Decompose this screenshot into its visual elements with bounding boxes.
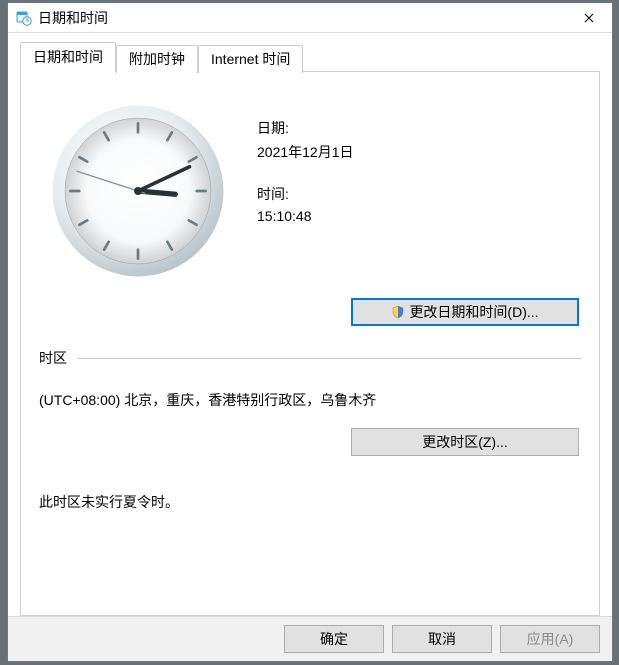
date-value: 2021年12月1日 [257,142,581,162]
change-timezone-label: 更改时区(Z)... [422,432,508,452]
tab-additional-clocks[interactable]: 附加时钟 [116,45,198,73]
dialog-body: 日期和时间 附加时钟 Internet 时间 [8,33,612,616]
close-button[interactable] [566,3,612,33]
apply-label: 应用(A) [527,629,574,649]
divider [77,358,581,359]
change-timezone-row: 更改时区(Z)... [39,428,581,456]
cancel-button[interactable]: 取消 [392,625,492,653]
date-time-window: 日期和时间 日期和时间 附加时钟 Internet 时间 [7,2,613,662]
change-date-time-button[interactable]: 更改日期和时间(D)... [351,298,579,326]
time-label: 时间: [257,184,581,204]
apply-button[interactable]: 应用(A) [500,625,600,653]
time-value: 15:10:48 [257,208,581,224]
ok-button[interactable]: 确定 [284,625,384,653]
tab-panel-date-time: 日期: 2021年12月1日 时间: 15:10:48 更改日期和时间(D)..… [20,71,600,616]
footer: 确定 取消 应用(A) [8,616,612,661]
tab-date-time[interactable]: 日期和时间 [20,42,116,72]
timezone-section-label: 时区 [39,348,67,368]
shield-icon [391,305,405,319]
change-date-time-label: 更改日期和时间(D)... [409,302,538,322]
analog-clock [49,102,227,280]
calendar-clock-icon [16,10,32,26]
timezone-header: 时区 [39,348,581,368]
tab-internet-time[interactable]: Internet 时间 [198,45,303,73]
dst-note: 此时区未实行夏令时。 [39,492,581,512]
titlebar: 日期和时间 [8,3,612,33]
timezone-value: (UTC+08:00) 北京，重庆，香港特别行政区，乌鲁木齐 [39,390,581,410]
tab-label: 附加时钟 [129,51,185,67]
tab-label: Internet 时间 [211,51,290,67]
close-icon [584,10,594,26]
cancel-label: 取消 [428,629,456,649]
tab-label: 日期和时间 [33,49,103,65]
tabstrip: 日期和时间 附加时钟 Internet 时间 [20,43,600,71]
date-label: 日期: [257,118,581,138]
window-title: 日期和时间 [38,8,566,28]
ok-label: 确定 [320,629,348,649]
change-datetime-row: 更改日期和时间(D)... [39,298,581,326]
date-time-info: 日期: 2021年12月1日 时间: 15:10:48 [257,92,581,280]
upper-section: 日期: 2021年12月1日 时间: 15:10:48 [39,92,581,280]
change-timezone-button[interactable]: 更改时区(Z)... [351,428,579,456]
